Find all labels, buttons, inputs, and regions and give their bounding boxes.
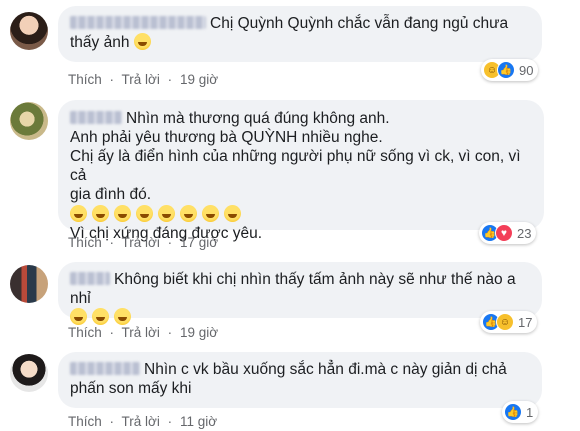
- reactions-summary[interactable]: 👍 ♥ 23: [479, 222, 537, 244]
- comment-time[interactable]: 11 giờ: [180, 414, 217, 429]
- grinning-emoji-icon: [114, 205, 131, 222]
- commenter-name[interactable]: [70, 362, 140, 375]
- like-link[interactable]: Thích: [68, 235, 102, 250]
- laughing-emoji-icon: [114, 308, 131, 325]
- reaction-count: 90: [519, 62, 534, 78]
- commenter-name[interactable]: [70, 272, 110, 285]
- reaction-count: 17: [518, 314, 533, 330]
- comment-text-line: gia đình đó.: [70, 186, 152, 203]
- laughing-face-icon: ☺: [496, 313, 514, 331]
- grinning-emoji-icon: [202, 205, 219, 222]
- comment-actions: Thích · Trả lời · 19 giờ: [68, 72, 219, 87]
- laughing-emoji-icon: [133, 33, 151, 50]
- comment-actions: Thích · Trả lời · 17 giờ: [68, 235, 219, 250]
- comment-actions: Thích · Trả lời · 19 giờ: [68, 325, 219, 340]
- comment-bubble: Nhìn c vk bầu xuống sắc hẳn đi.mà c này …: [58, 352, 542, 408]
- reply-link[interactable]: Trả lời: [122, 414, 160, 429]
- avatar[interactable]: [10, 354, 48, 392]
- reactions-summary[interactable]: ☺ 👍 90: [481, 59, 539, 81]
- laughing-emoji-icon: [92, 308, 109, 325]
- thumbs-up-icon: 👍: [497, 61, 515, 79]
- commenter-name[interactable]: [70, 111, 122, 124]
- reply-link[interactable]: Trả lời: [122, 325, 160, 340]
- grinning-emoji-icon: [224, 205, 241, 222]
- comment-time[interactable]: 17 giờ: [180, 235, 218, 250]
- reply-link[interactable]: Trả lời: [122, 72, 160, 87]
- reactions-summary[interactable]: 👍 ☺ 17: [480, 311, 538, 333]
- comment-text-line: Anh phải yêu thương bà QUỲNH nhiều nghe.: [70, 129, 383, 146]
- like-link[interactable]: Thích: [68, 325, 102, 340]
- grinning-emoji-icon: [180, 205, 197, 222]
- grinning-emoji-icon: [92, 205, 109, 222]
- grinning-emoji-icon: [70, 205, 87, 222]
- grinning-emoji-icon: [158, 205, 175, 222]
- thumbs-up-icon: 👍: [504, 403, 522, 421]
- comment-text-line: Nhìn c vk bầu xuống sắc hẳn đi.mà c này …: [144, 361, 507, 378]
- like-link[interactable]: Thích: [68, 414, 102, 429]
- reply-link[interactable]: Trả lời: [122, 235, 160, 250]
- reaction-count: 23: [517, 225, 532, 241]
- avatar[interactable]: [10, 102, 48, 140]
- comment-text: Không biết khi chị nhìn thấy tấm ảnh này…: [70, 271, 516, 307]
- comment-text-line: phấn son mấy khi: [70, 380, 192, 397]
- reactions-summary[interactable]: 👍 1: [502, 401, 539, 423]
- comment-time[interactable]: 19 giờ: [180, 325, 218, 340]
- comment-bubble: Nhìn mà thương quá đúng không anh. Anh p…: [58, 100, 544, 242]
- comment-bubble: Chị Quỳnh Quỳnh chắc vẫn đang ngủ chưa t…: [58, 6, 542, 62]
- comment-text-line: Chị ấy là điển hình của những người phụ …: [70, 148, 521, 184]
- heart-icon: ♥: [495, 224, 513, 242]
- reaction-count: 1: [526, 404, 534, 420]
- laughing-emoji-icon: [70, 308, 87, 325]
- avatar[interactable]: [10, 12, 48, 50]
- avatar[interactable]: [10, 265, 48, 303]
- like-link[interactable]: Thích: [68, 72, 102, 87]
- comment-text-line: Nhìn mà thương quá đúng không anh.: [126, 110, 390, 127]
- grinning-emoji-icon: [136, 205, 153, 222]
- comment-bubble: Không biết khi chị nhìn thấy tấm ảnh này…: [58, 262, 542, 325]
- comment-time[interactable]: 19 giờ: [180, 72, 218, 87]
- emoji-row: [70, 205, 530, 224]
- commenter-name[interactable]: [70, 16, 206, 29]
- comment-actions: Thích · Trả lời · 11 giờ: [68, 414, 218, 429]
